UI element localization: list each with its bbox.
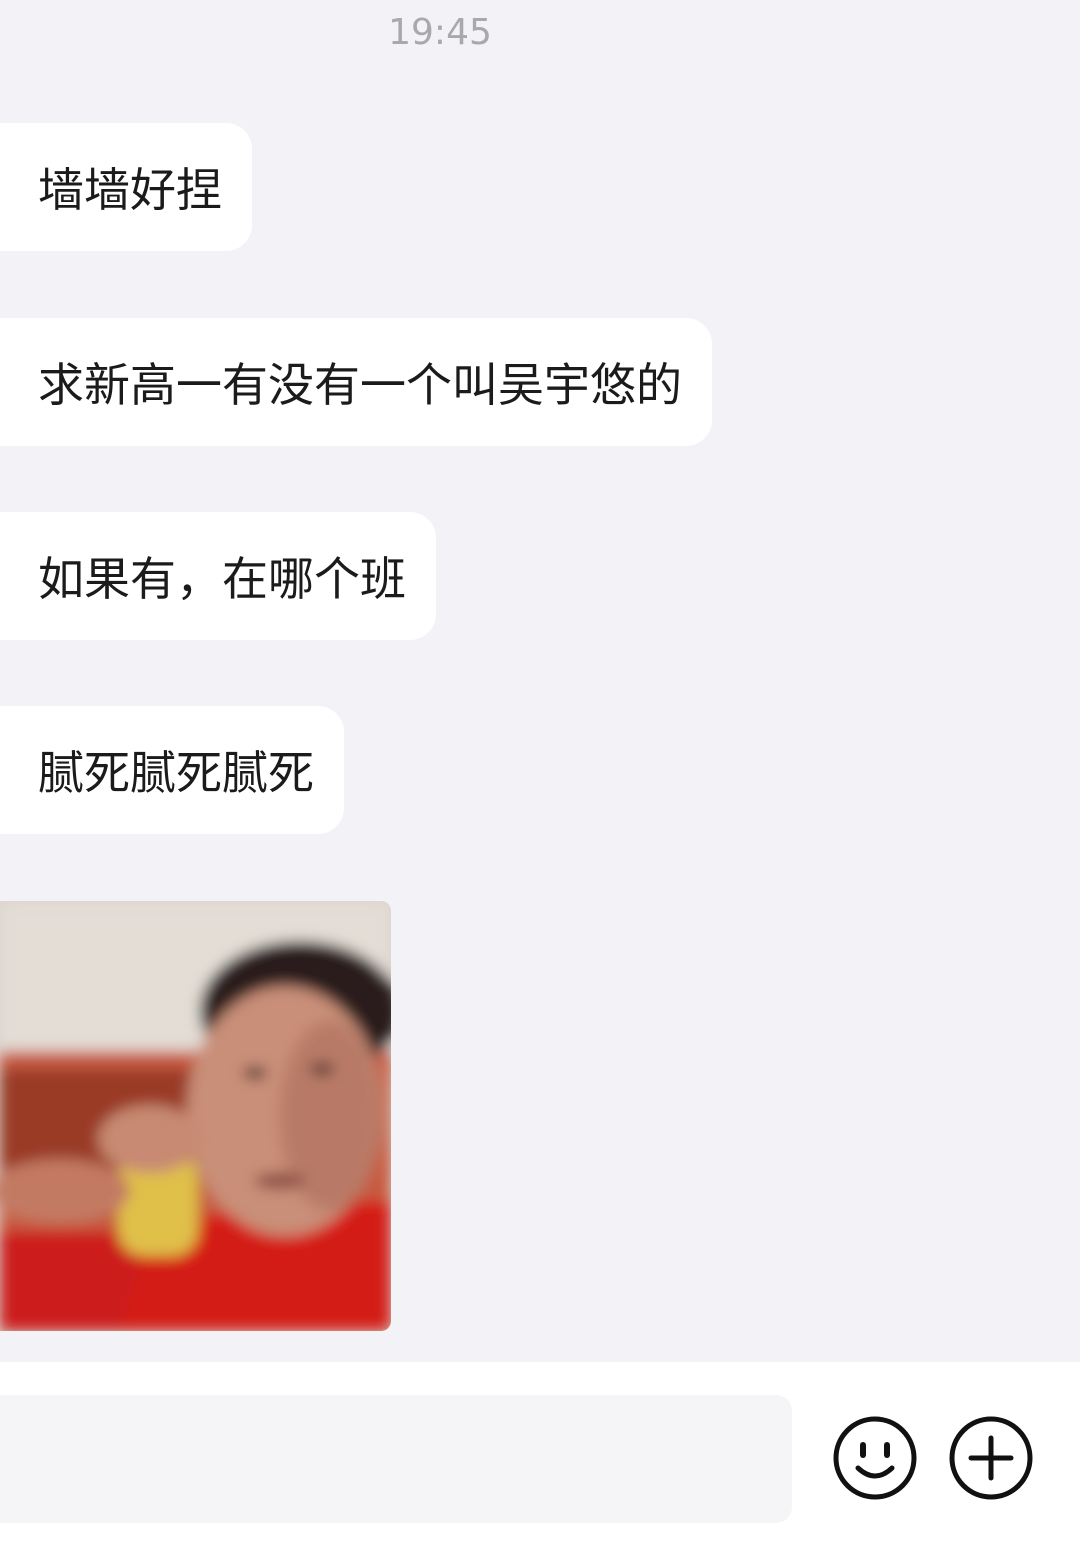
message-input[interactable]	[0, 1395, 792, 1523]
message-bubble[interactable]: 如果有，在哪个班	[0, 512, 436, 640]
message-timestamp: 19:45	[388, 12, 492, 53]
message-text: 求新高一有没有一个叫吴宇悠的	[38, 358, 682, 412]
image-message[interactable]	[0, 901, 391, 1331]
plus-button[interactable]	[947, 1414, 1035, 1502]
photo-sticker-image	[0, 901, 391, 1331]
message-text: 腻死腻死腻死	[38, 746, 314, 800]
message-text: 如果有，在哪个班	[38, 552, 406, 606]
input-bar	[0, 1362, 1080, 1554]
message-bubble[interactable]: 墙墙好捏	[0, 123, 252, 251]
emoji-icon	[833, 1416, 917, 1500]
message-bubble[interactable]: 求新高一有没有一个叫吴宇悠的	[0, 318, 712, 446]
message-text: 墙墙好捏	[38, 163, 222, 217]
message-bubble[interactable]: 腻死腻死腻死	[0, 706, 344, 834]
emoji-button[interactable]	[831, 1414, 919, 1502]
plus-icon	[949, 1416, 1033, 1500]
